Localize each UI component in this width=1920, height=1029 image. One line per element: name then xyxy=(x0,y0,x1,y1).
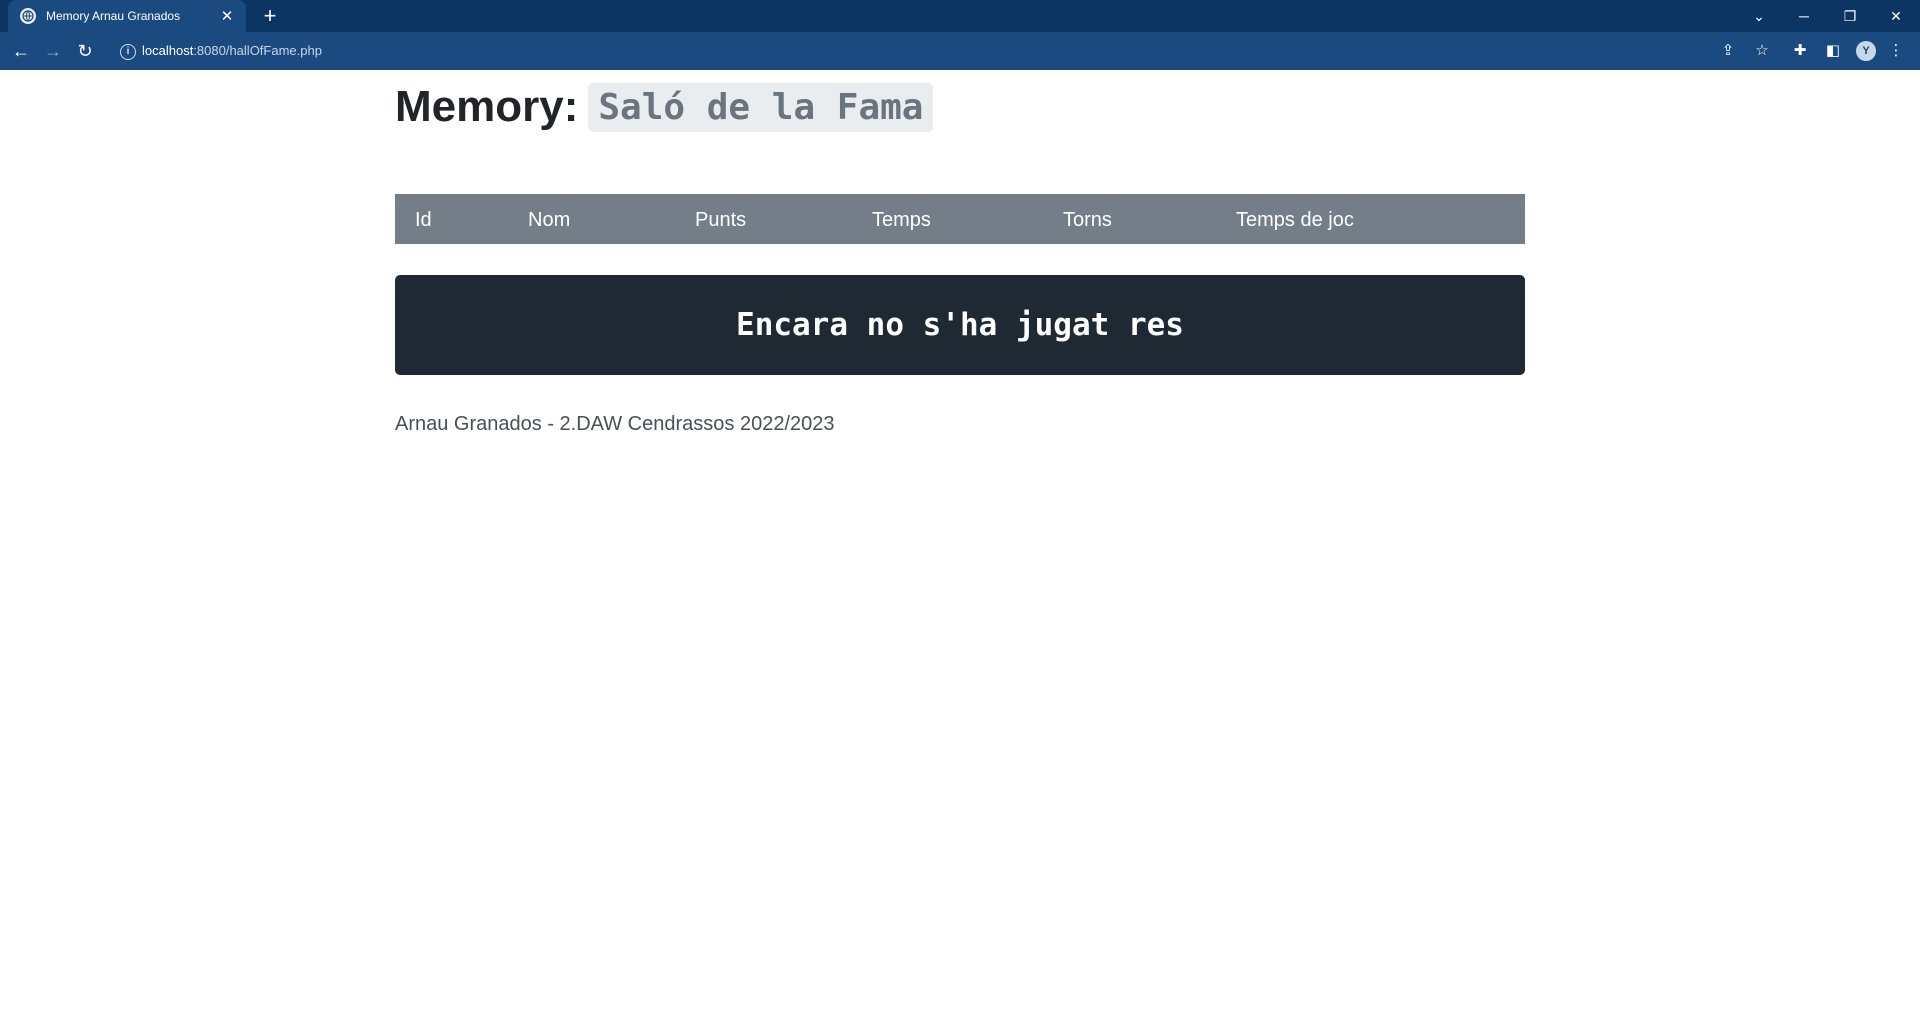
browser-tab-bar: Memory Arnau Granados ✕ + ⌄ ─ ❐ ✕ xyxy=(0,0,1920,32)
side-panel-icon[interactable]: ◧ xyxy=(1823,41,1843,61)
column-header-temps: Temps xyxy=(872,209,931,231)
page-footer: Arnau Granados - 2.DAW Cendrassos 2022/2… xyxy=(395,413,835,435)
scores-table-header: Id Nom Punts Temps Torns Temps de joc xyxy=(395,194,1525,244)
back-icon[interactable]: ← xyxy=(9,39,33,63)
site-info-icon[interactable]: i xyxy=(120,44,136,60)
address-bar[interactable] xyxy=(110,36,1710,66)
tab-title: Memory Arnau Granados xyxy=(46,9,181,23)
page-title: Memory: Saló de la Fama xyxy=(395,79,1525,135)
profile-avatar[interactable]: Y xyxy=(1856,41,1876,61)
column-header-nom: Nom xyxy=(528,209,571,231)
close-window-icon[interactable]: ✕ xyxy=(1873,3,1919,29)
restore-icon[interactable]: ❐ xyxy=(1827,3,1873,29)
column-header-punts: Punts xyxy=(695,209,747,231)
column-header-id: Id xyxy=(415,209,432,231)
tab-search-icon[interactable]: ⌄ xyxy=(1736,3,1782,29)
minimize-icon[interactable]: ─ xyxy=(1781,3,1827,29)
url-path: :8080/hallOfFame.php xyxy=(193,43,322,58)
close-tab-icon[interactable]: ✕ xyxy=(218,7,236,25)
url-text[interactable]: localhost:8080/hallOfFame.php xyxy=(142,43,322,58)
new-tab-icon[interactable]: + xyxy=(259,5,281,27)
forward-icon[interactable]: → xyxy=(41,39,65,63)
page-title-main: Memory: xyxy=(395,82,579,131)
reload-icon[interactable]: ↻ xyxy=(73,39,97,63)
column-header-torns: Torns xyxy=(1063,209,1112,231)
extensions-icon[interactable]: ✚ xyxy=(1790,41,1810,61)
globe-icon xyxy=(20,8,36,24)
browser-tab[interactable]: Memory Arnau Granados ✕ xyxy=(8,0,246,32)
page-content: Memory: Saló de la Fama Id Nom Punts Tem… xyxy=(395,70,1525,435)
empty-state-panel: Encara no s'ha jugat res xyxy=(395,275,1525,375)
column-header-temps-de-joc: Temps de joc xyxy=(1236,209,1354,231)
page-title-subtitle: Saló de la Fama xyxy=(588,82,934,132)
empty-state-message: Encara no s'ha jugat res xyxy=(736,307,1184,343)
bookmark-star-icon[interactable]: ☆ xyxy=(1752,41,1772,61)
menu-kebab-icon[interactable]: ⋮ xyxy=(1886,41,1906,61)
url-host: localhost xyxy=(142,43,194,58)
share-icon[interactable]: ⇪ xyxy=(1718,41,1738,61)
